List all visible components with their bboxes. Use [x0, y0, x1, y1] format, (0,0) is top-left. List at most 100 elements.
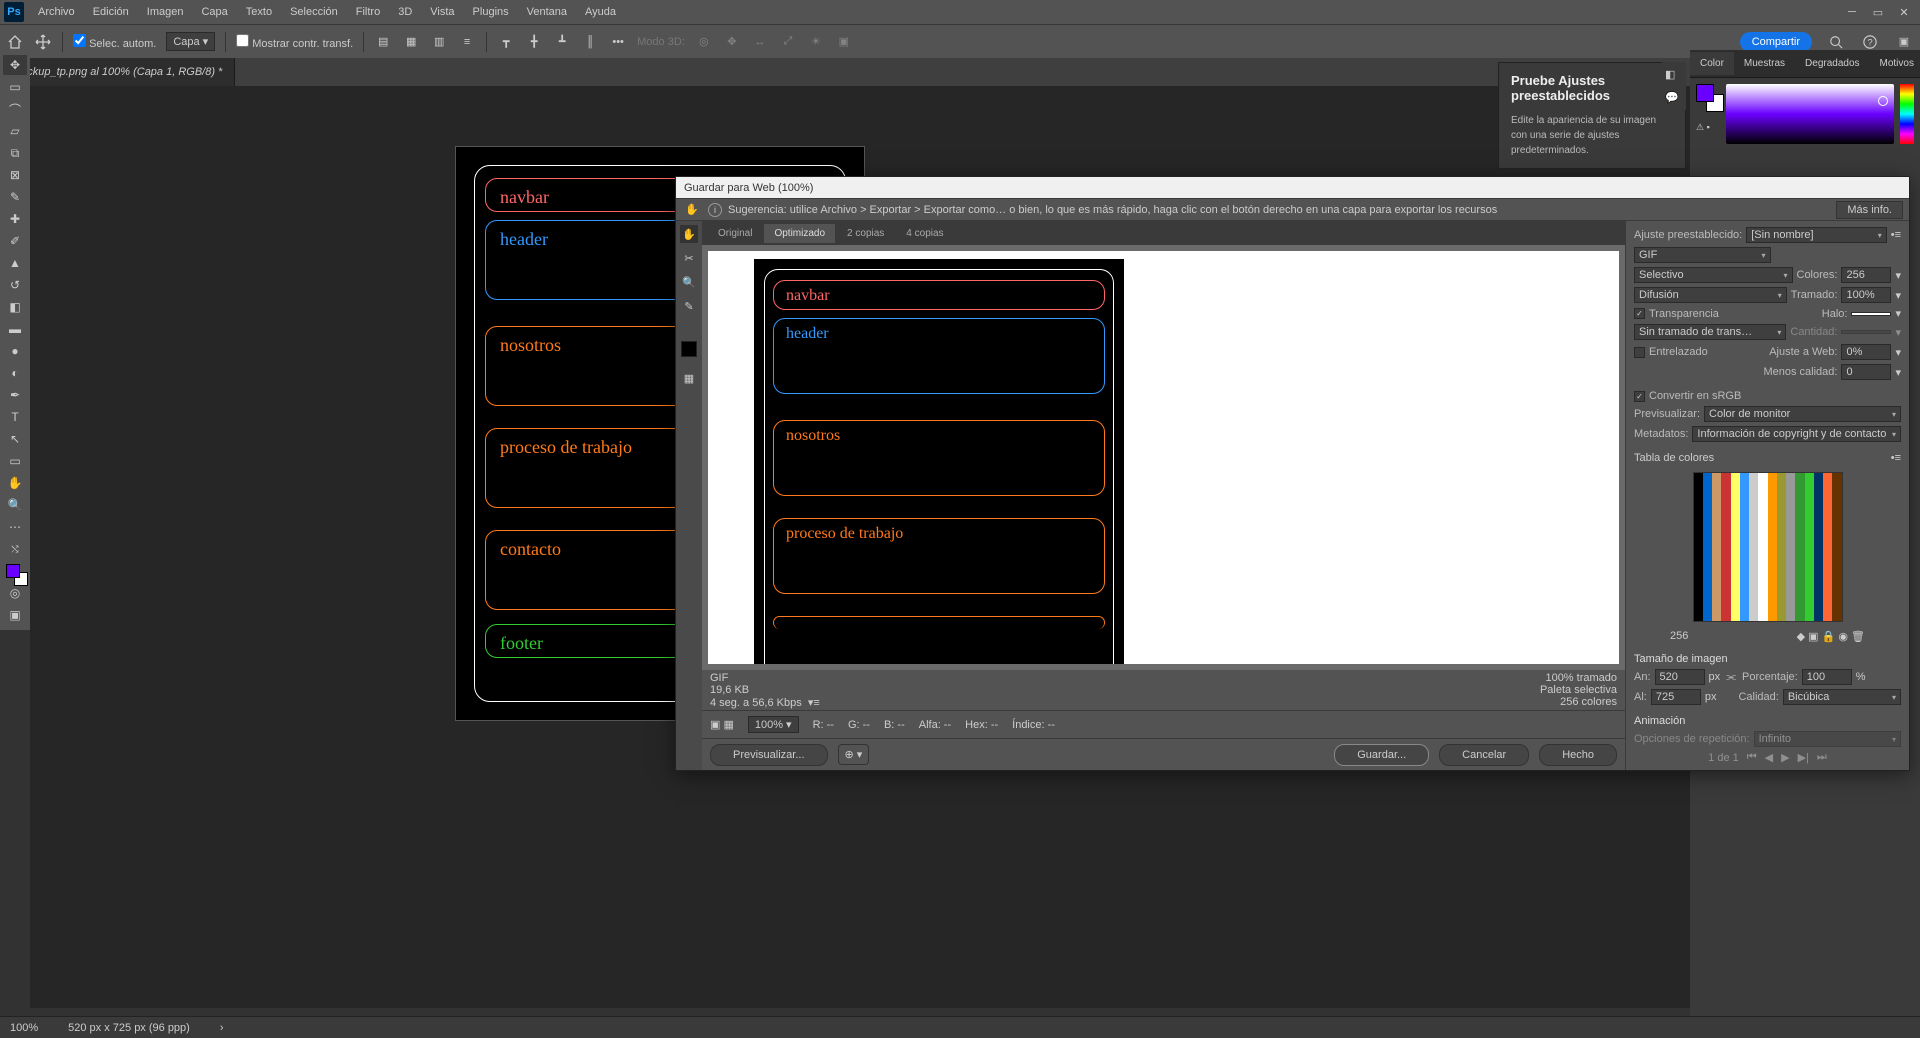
search-icon[interactable] — [1826, 32, 1846, 52]
move-tool-icon[interactable]: ✥ — [3, 55, 27, 75]
menu-vista[interactable]: Vista — [422, 2, 462, 22]
align-top-icon[interactable]: ┳ — [497, 33, 515, 51]
save-button[interactable]: Guardar... — [1334, 744, 1429, 766]
tab-optimized[interactable]: Optimizado — [764, 224, 835, 243]
screenmode-icon[interactable]: ▣ — [3, 605, 27, 625]
width-input[interactable]: 520 — [1655, 669, 1705, 685]
color-spectrum[interactable] — [1726, 84, 1894, 144]
maximize-icon[interactable]: ▭ — [1866, 3, 1890, 21]
preview-pane[interactable]: navbar header nosotros proceso de trabaj… — [702, 245, 1625, 670]
tab-2up[interactable]: 2 copias — [837, 224, 894, 243]
tab-color[interactable]: Color — [1690, 52, 1734, 75]
percent-input[interactable]: 100 — [1802, 669, 1852, 685]
colortable-menu-icon[interactable]: •≡ — [1891, 452, 1901, 464]
matte-swatch[interactable] — [1851, 312, 1891, 316]
share-button[interactable]: Compartir — [1740, 32, 1812, 52]
help-icon[interactable]: ? — [1860, 32, 1880, 52]
menu-filtro[interactable]: Filtro — [348, 2, 388, 22]
frame-tool-icon[interactable]: ⊠ — [3, 165, 27, 185]
browser-select-icon[interactable]: ⊕ ▾ — [838, 744, 870, 765]
tab-4up[interactable]: 4 copias — [896, 224, 953, 243]
blur-tool-icon[interactable]: ● — [3, 341, 27, 361]
height-input[interactable]: 725 — [1651, 689, 1701, 705]
comments-icon[interactable]: 💬 — [1665, 91, 1683, 104]
tab-swatches[interactable]: Muestras — [1734, 52, 1795, 75]
dither-select[interactable]: Difusión — [1634, 287, 1787, 303]
crop-tool-icon[interactable]: ⧉ — [3, 143, 27, 163]
menu-plugins[interactable]: Plugins — [465, 2, 517, 22]
close-icon[interactable]: ✕ — [1892, 3, 1916, 21]
preset-menu-icon[interactable]: •≡ — [1891, 229, 1901, 241]
menu-ayuda[interactable]: Ayuda — [577, 2, 624, 22]
transparency-checkbox[interactable]: ✓ — [1634, 308, 1645, 319]
distribute-icon[interactable]: ≡ — [458, 33, 476, 51]
menu-ventana[interactable]: Ventana — [519, 2, 575, 22]
align-stretch-icon[interactable]: ║ — [581, 33, 599, 51]
healing-tool-icon[interactable]: ✚ — [3, 209, 27, 229]
tab-gradients[interactable]: Degradados — [1795, 52, 1869, 75]
selection-tool-icon[interactable]: ▱ — [3, 121, 27, 141]
slice-visibility-icon[interactable]: ▦ — [680, 369, 698, 387]
brush-tool-icon[interactable]: ✐ — [3, 231, 27, 251]
align-bottom-icon[interactable]: ┻ — [553, 33, 571, 51]
hue-slider[interactable] — [1900, 84, 1914, 144]
dither-amount-input[interactable]: 100% — [1841, 287, 1891, 303]
link-dimensions-icon[interactable]: ⫘ — [1726, 671, 1736, 684]
tab-patterns[interactable]: Motivos — [1870, 52, 1920, 75]
preset-select[interactable]: [Sin nombre] — [1746, 227, 1886, 243]
status-zoom[interactable]: 100% — [10, 1022, 38, 1034]
align-right-icon[interactable]: ▥ — [430, 33, 448, 51]
websnap-input[interactable]: 0% — [1841, 344, 1891, 360]
auto-select-kind-select[interactable]: Capa ▾ — [166, 32, 215, 51]
hand-tool-icon[interactable]: ✋ — [680, 225, 698, 243]
dodge-tool-icon[interactable]: ◐ — [3, 363, 27, 383]
slice-tool-icon[interactable]: ✂ — [680, 249, 698, 267]
colortable-icons[interactable]: ◆ ▣ 🔒 ◉ 🗑 — [1797, 630, 1865, 643]
type-tool-icon[interactable]: T — [3, 407, 27, 427]
color-table[interactable] — [1693, 472, 1843, 622]
home-icon[interactable] — [6, 33, 24, 51]
pen-tool-icon[interactable]: ✒ — [3, 385, 27, 405]
eyedropper-tool-icon[interactable]: ✎ — [680, 297, 698, 315]
menu-3d[interactable]: 3D — [390, 2, 420, 22]
shape-tool-icon[interactable]: ▭ — [3, 451, 27, 471]
colors-input[interactable]: 256 — [1841, 267, 1891, 283]
workspace-icon[interactable]: ▣ — [1894, 32, 1914, 52]
marquee-tool-icon[interactable]: ▭ — [3, 77, 27, 97]
preview-button[interactable]: Previsualizar... — [710, 744, 828, 766]
transp-dither-select[interactable]: Sin tramado de trans… — [1634, 324, 1786, 340]
align-left-icon[interactable]: ▤ — [374, 33, 392, 51]
srgb-checkbox[interactable]: ✓ — [1634, 391, 1645, 402]
format-select[interactable]: GIF — [1634, 247, 1771, 263]
tab-original[interactable]: Original — [708, 224, 762, 243]
menu-archivo[interactable]: Archivo — [30, 2, 83, 22]
quality-select[interactable]: Bicúbica — [1783, 689, 1901, 705]
lasso-tool-icon[interactable]: ⌒ — [3, 99, 27, 119]
zoom-tool-icon[interactable]: 🔍 — [680, 273, 698, 291]
more-options-icon[interactable]: ••• — [609, 33, 627, 51]
done-button[interactable]: Hecho — [1539, 744, 1617, 766]
color-swatches[interactable]: ⚠ ▪ — [1696, 84, 1720, 162]
swap-colors-icon[interactable]: ⤭ — [3, 539, 27, 559]
history-brush-tool-icon[interactable]: ↺ — [3, 275, 27, 295]
move-tool-icon[interactable] — [34, 33, 52, 51]
toggle-slices-icon[interactable]: ▣ ▦ — [710, 718, 734, 731]
stamp-tool-icon[interactable]: ▲ — [3, 253, 27, 273]
zoom-tool-icon[interactable]: 🔍 — [3, 495, 27, 515]
interlace-checkbox[interactable] — [1634, 347, 1645, 358]
auto-select-checkbox[interactable]: Selec. autom. — [73, 34, 156, 50]
hand-tool-icon[interactable]: ✋ — [3, 473, 27, 493]
menu-capa[interactable]: Capa — [193, 2, 235, 22]
edit-toolbar-icon[interactable]: ⋯ — [3, 517, 27, 537]
show-transform-checkbox[interactable]: Mostrar contr. transf. — [236, 34, 353, 50]
more-info-button[interactable]: Más info. — [1836, 201, 1903, 219]
eraser-tool-icon[interactable]: ◧ — [3, 297, 27, 317]
menu-seleccion[interactable]: Selección — [282, 2, 346, 22]
path-tool-icon[interactable]: ↖ — [3, 429, 27, 449]
status-chevron-icon[interactable]: › — [220, 1022, 224, 1034]
metadata-select[interactable]: Información de copyright y de contacto — [1692, 426, 1901, 442]
preview-profile-select[interactable]: Color de monitor — [1704, 406, 1901, 422]
menu-texto[interactable]: Texto — [238, 2, 280, 22]
menu-edicion[interactable]: Edición — [85, 2, 137, 22]
hand-preview-icon[interactable]: ✋ — [682, 203, 702, 216]
